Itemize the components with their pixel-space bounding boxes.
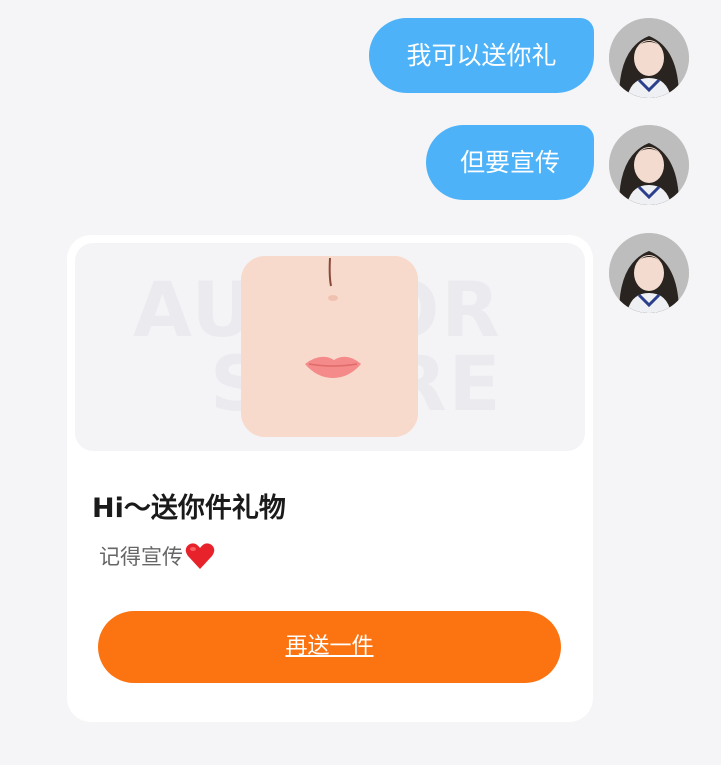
chat-view: 我可以送你礼 但要宣传 Hi～送你件礼物 记得宣传 再送一件 <box>0 0 721 765</box>
gift-product-image <box>241 256 418 437</box>
chat-bubble-text: 但要宣传 <box>459 148 560 177</box>
gift-card[interactable]: AUTHOR SUPRE Hi～送你件礼物 记得宣传 再送一件 <box>67 235 593 722</box>
gift-title: Hi～送你件礼物 <box>92 493 286 524</box>
avatar-image <box>609 18 689 98</box>
avatar[interactable] <box>609 233 689 313</box>
heart-icon <box>185 543 215 569</box>
avatar[interactable] <box>609 125 689 205</box>
gift-subtitle: 记得宣传 <box>99 541 215 571</box>
avatar-image <box>609 125 689 205</box>
chat-bubble[interactable]: 我可以送你礼 <box>369 18 594 93</box>
gift-image-area: AUTHOR SUPRE <box>75 243 585 451</box>
avatar-image <box>609 233 689 313</box>
send-again-button[interactable]: 再送一件 <box>98 611 561 683</box>
gift-subtitle-text: 记得宣传 <box>99 545 183 569</box>
chat-bubble-text: 我可以送你礼 <box>406 41 557 70</box>
avatar[interactable] <box>609 18 689 98</box>
chat-bubble[interactable]: 但要宣传 <box>426 125 594 200</box>
